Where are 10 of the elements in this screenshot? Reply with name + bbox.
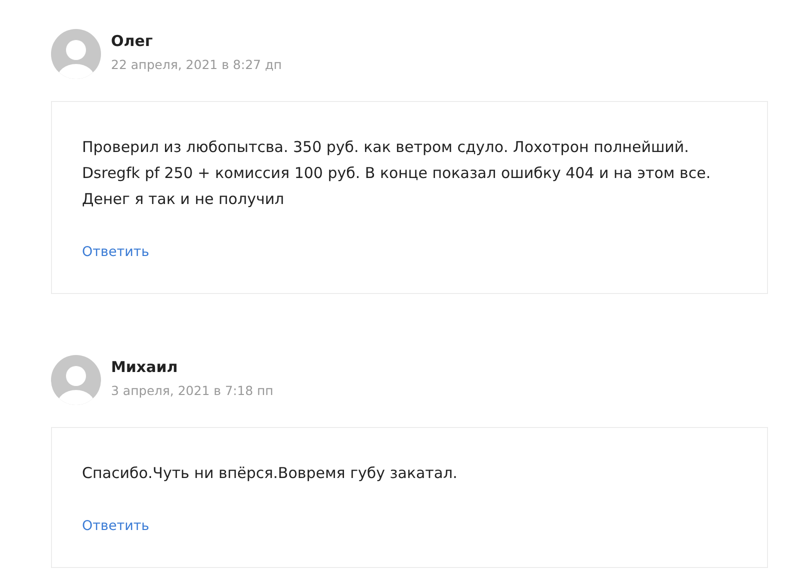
comment-date[interactable]: 3 апреля, 2021 в 7:18 пп	[111, 381, 274, 401]
avatar-icon	[51, 355, 101, 405]
comment-date[interactable]: 22 апреля, 2021 в 8:27 дп	[111, 55, 282, 75]
author-name: Олег	[111, 31, 154, 51]
author-name: Михаил	[111, 357, 179, 377]
comment-text: Проверил из любопытсва. 350 руб. как ветром сдуло. Лохотрон полнейший. Dsregfk pf 250 + комиссия 100 руб. В конце показал ошибку 404 и на этом все. Денег я так и не получил	[82, 137, 712, 210]
reply-link[interactable]: Ответить	[82, 517, 150, 535]
reply-link[interactable]: Ответить	[82, 243, 150, 261]
comment-text: Спасибо.Чуть ни впёрся.Вовремя губу закатал.	[82, 463, 458, 484]
avatar-icon	[51, 29, 101, 79]
